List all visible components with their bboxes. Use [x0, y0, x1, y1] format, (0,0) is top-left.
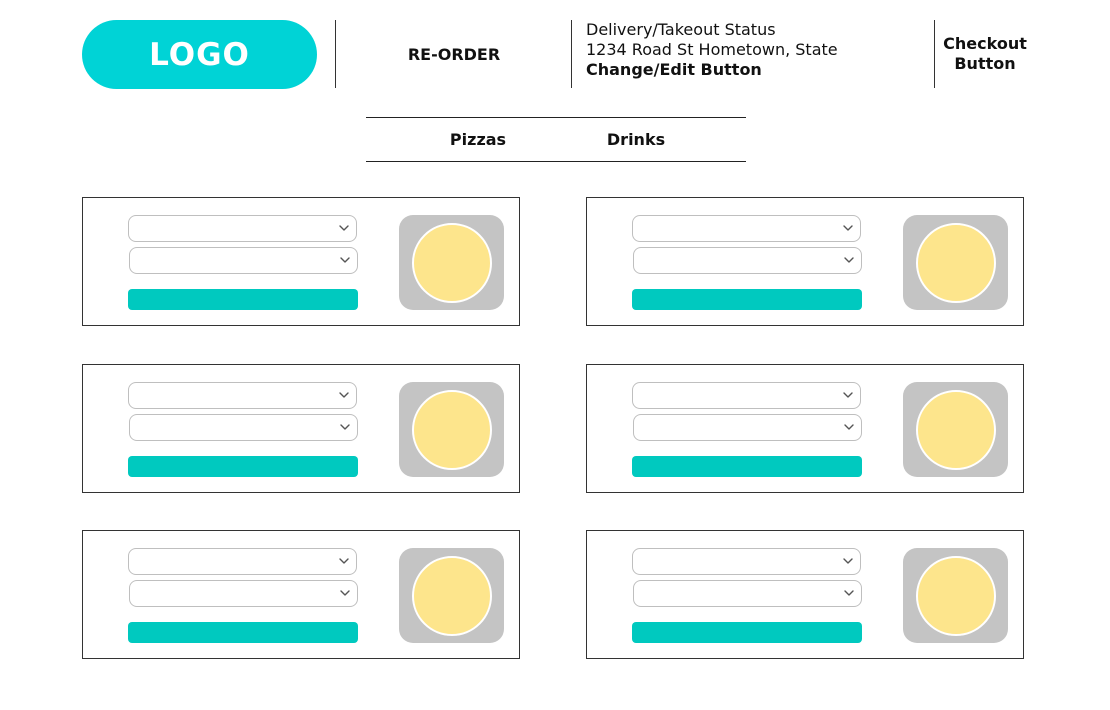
category-tabs: Pizzas Drinks [366, 117, 746, 162]
chevron-down-icon [843, 585, 855, 601]
menu-card [586, 364, 1024, 493]
add-to-order-button[interactable] [632, 622, 862, 643]
menu-card [586, 530, 1024, 659]
pizza-icon [412, 390, 492, 470]
address-text: 1234 Road St Hometown, State [586, 40, 838, 59]
size-select[interactable] [128, 382, 357, 409]
product-image [903, 382, 1008, 477]
pizza-icon [916, 223, 996, 303]
add-to-order-button[interactable] [128, 456, 358, 477]
chevron-down-icon [843, 252, 855, 268]
product-image [399, 382, 504, 477]
menu-card [82, 530, 520, 659]
chevron-down-icon [338, 220, 350, 236]
checkout-button[interactable]: Checkout Button [935, 20, 1035, 88]
header-divider [571, 20, 572, 88]
menu-card [586, 197, 1024, 326]
tab-pizzas[interactable]: Pizzas [438, 118, 518, 161]
pizza-icon [412, 223, 492, 303]
checkout-label-line1: Checkout [943, 34, 1027, 53]
chevron-down-icon [339, 585, 351, 601]
menu-card [82, 364, 520, 493]
product-image [399, 215, 504, 310]
delivery-status-block: Delivery/Takeout Status 1234 Road St Hom… [586, 20, 931, 80]
chevron-down-icon [339, 419, 351, 435]
option-select[interactable] [129, 580, 358, 607]
size-select[interactable] [632, 215, 861, 242]
add-to-order-button[interactable] [632, 289, 862, 310]
product-image [399, 548, 504, 643]
size-select[interactable] [128, 215, 357, 242]
size-select[interactable] [128, 548, 357, 575]
logo[interactable]: LOGO [82, 20, 317, 89]
option-select[interactable] [129, 414, 358, 441]
reorder-button[interactable]: RE-ORDER [336, 20, 572, 88]
add-to-order-button[interactable] [128, 289, 358, 310]
size-select[interactable] [632, 382, 861, 409]
chevron-down-icon [842, 553, 854, 569]
pizza-icon [916, 390, 996, 470]
delivery-status-text: Delivery/Takeout Status [586, 20, 776, 39]
option-select[interactable] [633, 580, 862, 607]
option-select[interactable] [129, 247, 358, 274]
tab-drinks[interactable]: Drinks [596, 118, 676, 161]
option-select[interactable] [633, 247, 862, 274]
product-image [903, 215, 1008, 310]
chevron-down-icon [842, 220, 854, 236]
chevron-down-icon [338, 387, 350, 403]
add-to-order-button[interactable] [632, 456, 862, 477]
change-edit-button[interactable]: Change/Edit Button [586, 60, 931, 80]
chevron-down-icon [338, 553, 350, 569]
option-select[interactable] [633, 414, 862, 441]
chevron-down-icon [843, 419, 855, 435]
pizza-icon [412, 556, 492, 636]
pizza-icon [916, 556, 996, 636]
chevron-down-icon [339, 252, 351, 268]
menu-card [82, 197, 520, 326]
size-select[interactable] [632, 548, 861, 575]
chevron-down-icon [842, 387, 854, 403]
product-image [903, 548, 1008, 643]
checkout-label-line2: Button [954, 54, 1016, 73]
add-to-order-button[interactable] [128, 622, 358, 643]
